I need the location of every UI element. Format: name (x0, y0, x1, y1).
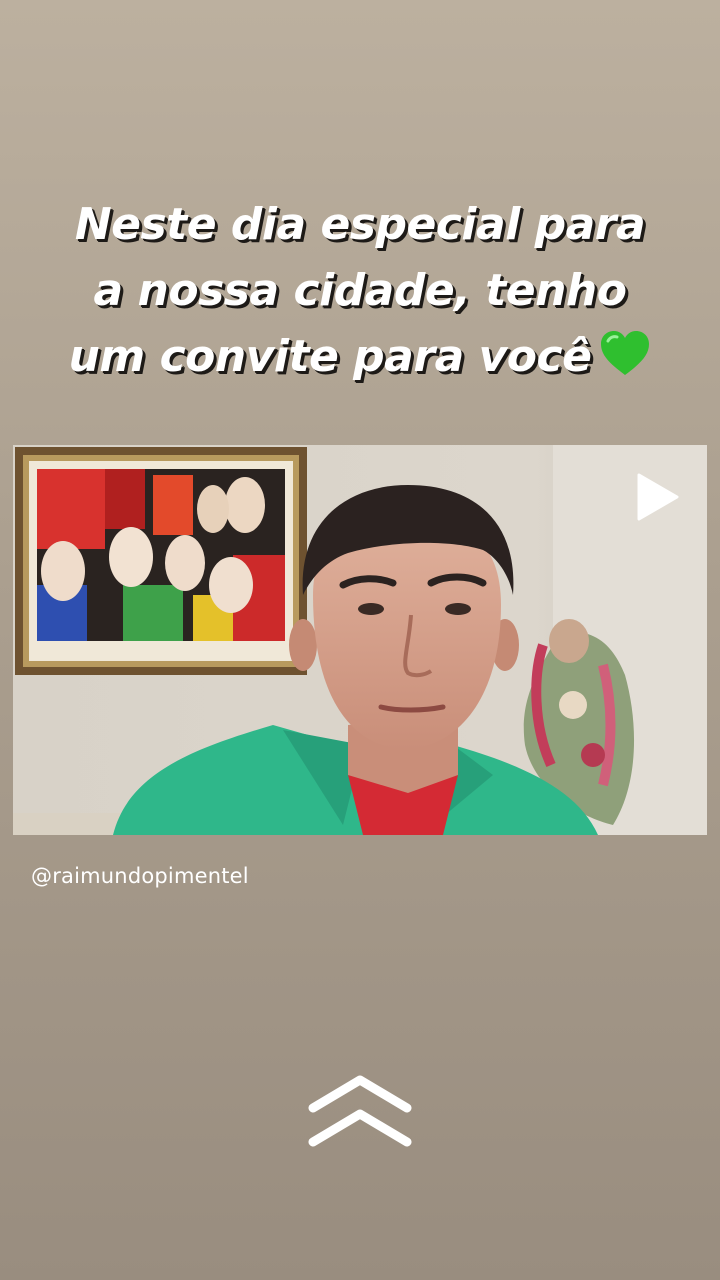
story-caption: Neste dia especial para a nossa cidade, … (20, 192, 700, 396)
video-preview-card[interactable] (13, 445, 707, 835)
caption-line-2: a nossa cidade, tenho (93, 265, 627, 316)
video-thumbnail (13, 445, 707, 835)
green-heart-icon (599, 329, 651, 396)
caption-line-3-text: um convite para você (68, 331, 592, 382)
play-icon[interactable] (635, 473, 679, 521)
username-link[interactable]: @raimundopimentel (31, 864, 249, 888)
double-chevron-up-icon[interactable] (305, 1072, 415, 1152)
caption-line-1: Neste dia especial para (74, 199, 646, 250)
wall-painting (15, 447, 307, 675)
caption-line-3: um convite para você (20, 324, 700, 396)
